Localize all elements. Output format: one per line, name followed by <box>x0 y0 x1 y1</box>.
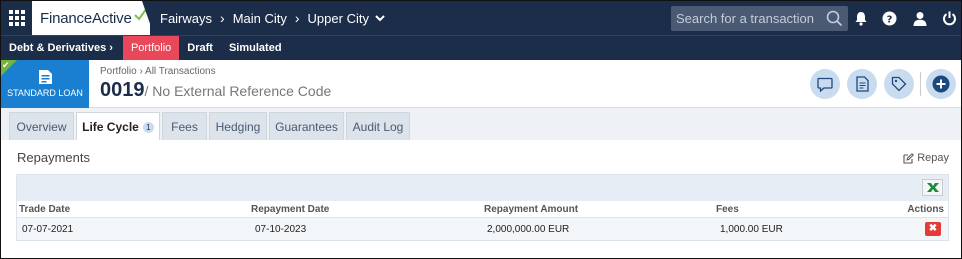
page-breadcrumb[interactable]: Portfolio › All Transactions <box>100 66 216 77</box>
export-excel-button[interactable] <box>922 179 943 196</box>
chevron-right-icon: › <box>220 10 225 26</box>
help-icon[interactable]: ? <box>881 10 897 26</box>
tag-icon <box>891 76 907 92</box>
tab-guarantees[interactable]: Guarantees <box>269 112 344 140</box>
breadcrumb: Fairways › Main City › Upper City <box>160 1 385 35</box>
document-icon <box>39 70 52 84</box>
search-icon[interactable] <box>826 10 843 27</box>
column-header[interactable]: Repayment Date <box>251 204 329 215</box>
fees-cell: 1,000.00 EUR <box>720 224 783 235</box>
trade-date-cell: 07-07-2021 <box>22 224 74 235</box>
header-divider <box>920 72 921 96</box>
tab-label: Life Cycle <box>82 120 139 134</box>
tab-fees[interactable]: Fees <box>162 112 207 140</box>
comment-icon <box>817 77 833 92</box>
breadcrumb-item-main-city[interactable]: Main City <box>233 11 287 26</box>
search-input[interactable] <box>671 11 821 26</box>
transaction-code: 0019 <box>100 79 145 101</box>
loan-type-label: STANDARD LOAN <box>7 88 83 98</box>
table-header: Trade Date Repayment Date Repayment Amou… <box>17 201 948 218</box>
transaction-search <box>671 6 848 31</box>
tab-overview[interactable]: Overview <box>9 112 74 140</box>
bell-icon[interactable] <box>853 10 869 26</box>
add-icon <box>932 75 950 93</box>
transaction-header: ✔ STANDARD LOAN Portfolio › All Transact… <box>1 60 961 108</box>
repay-label: Repay <box>917 152 949 164</box>
brand-logo[interactable]: FinanceActive <box>32 1 150 35</box>
repayment-date-cell: 07-10-2023 <box>255 224 307 235</box>
top-bar: FinanceActive Fairways › Main City › Upp… <box>1 1 961 35</box>
chevron-right-icon: › <box>294 10 300 26</box>
repayments-panel: Repayments Repay Trade Date Repayment Da… <box>1 140 961 258</box>
nav-simulated[interactable]: Simulated <box>221 36 290 61</box>
add-button[interactable] <box>926 69 956 99</box>
logo-divider <box>142 1 154 35</box>
column-header[interactable]: Fees <box>716 204 739 215</box>
breadcrumb-item-upper-city[interactable]: Upper City <box>308 11 369 26</box>
count-badge: 1 <box>142 121 154 133</box>
app-window: FinanceActive Fairways › Main City › Upp… <box>0 0 962 259</box>
column-header[interactable]: Trade Date <box>19 204 70 215</box>
excel-icon <box>926 183 939 192</box>
section-title: Repayments <box>17 150 90 165</box>
tab-hedging[interactable]: Hedging <box>209 112 267 140</box>
column-header: Actions <box>907 204 944 215</box>
user-icon[interactable] <box>912 10 928 26</box>
loan-type-badge: ✔ STANDARD LOAN <box>1 60 89 108</box>
repayments-table: Trade Date Repayment Date Repayment Amou… <box>16 174 949 241</box>
page-title: 0019/ No External Reference Code <box>100 79 331 102</box>
edit-icon <box>903 152 915 164</box>
svg-text:?: ? <box>886 14 892 25</box>
comment-button[interactable] <box>810 69 840 99</box>
breadcrumb-item-fairways[interactable]: Fairways <box>160 11 212 26</box>
close-icon: ✖ <box>928 223 938 234</box>
nav-portfolio[interactable]: Portfolio <box>122 36 180 61</box>
repay-button[interactable]: Repay <box>903 152 949 164</box>
document-icon <box>855 76 869 92</box>
delete-button[interactable]: ✖ <box>925 222 941 236</box>
amount-cell: 2,000,000.00 EUR <box>487 224 570 235</box>
module-nav: Debt & Derivatives › Portfolio Draft Sim… <box>1 35 961 61</box>
power-icon[interactable] <box>941 10 957 26</box>
check-icon: ✔ <box>2 60 10 70</box>
nav-debt-derivatives[interactable]: Debt & Derivatives › <box>1 36 123 61</box>
column-header[interactable]: Repayment Amount <box>484 204 578 215</box>
table-row[interactable]: 07-07-2021 07-10-2023 2,000,000.00 EUR 1… <box>17 218 948 240</box>
tab-life-cycle[interactable]: Life Cycle 1 <box>76 112 160 141</box>
tab-audit-log[interactable]: Audit Log <box>346 112 410 140</box>
external-reference: / No External Reference Code <box>144 83 332 99</box>
table-toolbar <box>17 175 948 201</box>
tags-button[interactable] <box>884 69 914 99</box>
documents-button[interactable] <box>847 69 877 99</box>
apps-grid-icon[interactable] <box>9 10 25 26</box>
nav-draft[interactable]: Draft <box>179 36 221 61</box>
tab-bar: Overview Life Cycle 1 Fees Hedging Guara… <box>1 108 961 141</box>
chevron-down-icon[interactable] <box>375 14 385 22</box>
